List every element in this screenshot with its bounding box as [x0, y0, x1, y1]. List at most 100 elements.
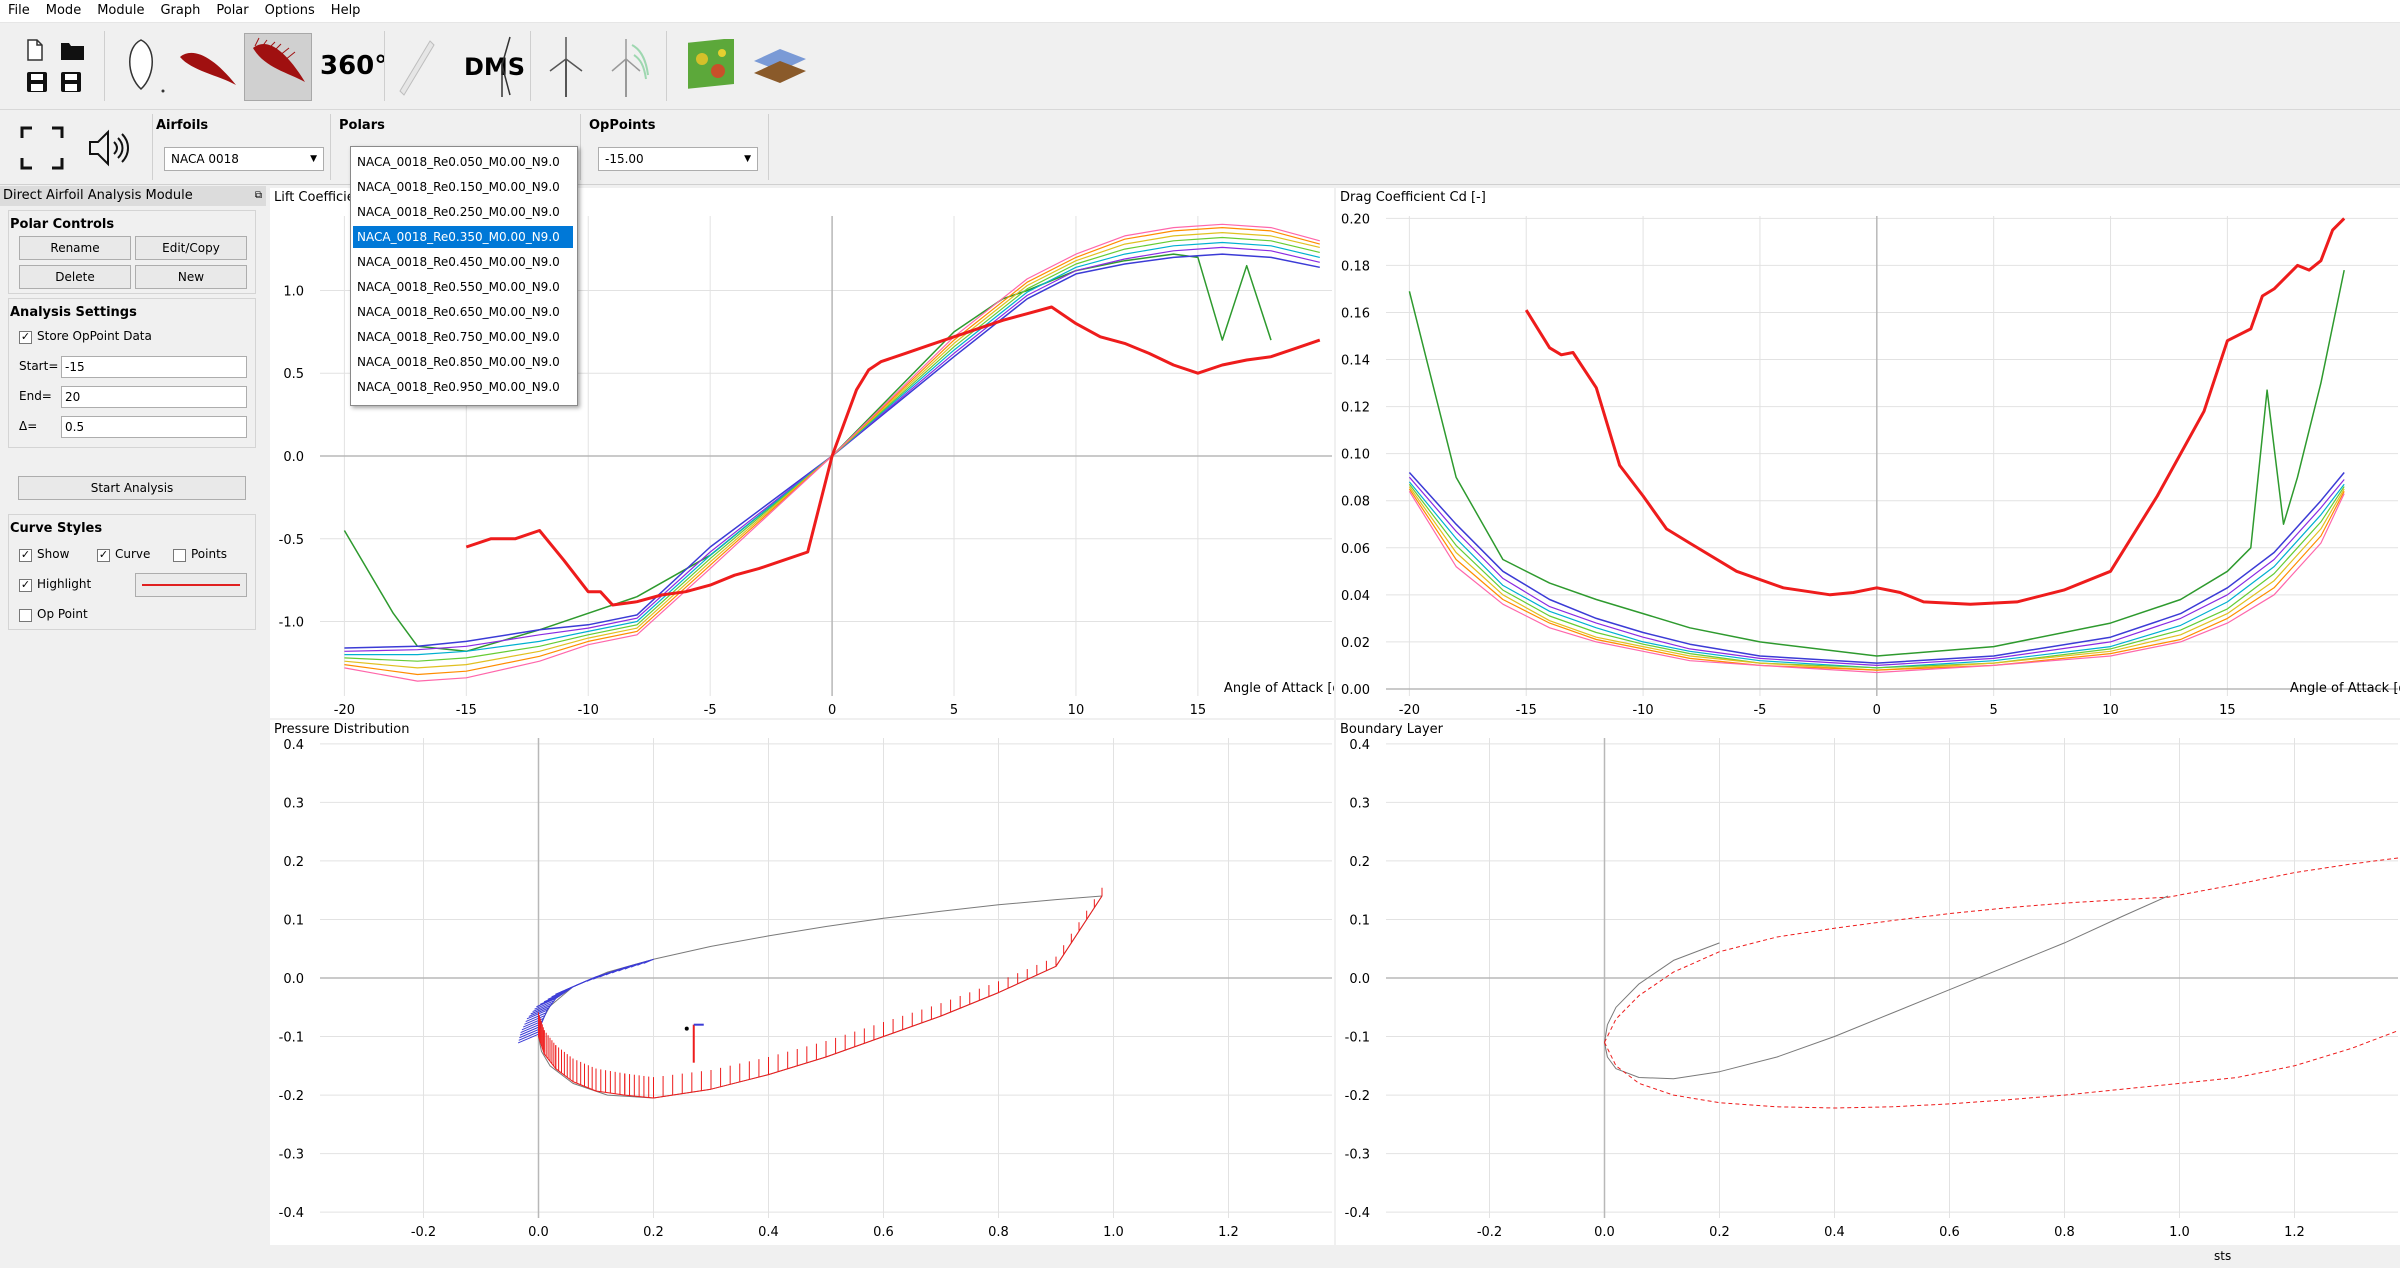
- pressure-distribution-graph[interactable]: -0.2 0.0 0.2 0.4 0.6 0.8 1.0 1.2 -0.4 -0.3 -0.2 -0.…: [270, 720, 1334, 1245]
- y-tick-label: 0.1: [1349, 913, 1370, 928]
- pressure-airfoil-icon: [253, 37, 305, 82]
- x-tick-label: 1.0: [1103, 1225, 1124, 1240]
- polar-option[interactable]: NACA_0018_Re0.950_M0.00_N9.0: [353, 376, 573, 398]
- polar-option[interactable]: NACA_0018_Re0.350_M0.00_N9.0: [353, 226, 573, 248]
- highlight-label: Highlight: [37, 577, 92, 591]
- polar-dropdown-list[interactable]: NACA_0018_Re0.050_M0.00_N9.0 NACA_0018_Re…: [350, 146, 578, 406]
- menu-mode[interactable]: Mode: [38, 0, 89, 18]
- chevron-down-icon: ▼: [310, 154, 317, 164]
- airfoil-select-value: NACA 0018: [171, 152, 239, 166]
- start-label: Start=: [19, 359, 59, 373]
- store-oppoint-checkbox[interactable]: ✓: [19, 331, 32, 344]
- y-tick-label: 0.4: [283, 738, 304, 753]
- y-tick-label: -0.3: [279, 1148, 304, 1163]
- polar-option[interactable]: NACA_0018_Re0.650_M0.00_N9.0: [353, 301, 573, 323]
- analysis-settings-pane: Analysis Settings ✓ Store OpPoint Data S…: [8, 298, 256, 448]
- y-tick-label: -0.4: [1345, 1206, 1370, 1221]
- boundary-graph-title: Boundary Layer: [1340, 722, 1443, 737]
- oppoint-select[interactable]: -15.00 ▼: [598, 147, 758, 171]
- chevron-down-icon: ▼: [744, 154, 751, 164]
- highlight-checkbox[interactable]: ✓: [19, 579, 32, 592]
- menu-graph[interactable]: Graph: [152, 0, 208, 18]
- y-tick-label: 1.0: [283, 284, 304, 299]
- pressure-graph-title: Pressure Distribution: [274, 722, 410, 737]
- boundary-layer-graph[interactable]: -0.2 0.0 0.2 0.4 0.6 0.8 1.0 1.2 -0.4 -0.3 -0.2 -0.…: [1336, 720, 2400, 1245]
- airfoil-select[interactable]: NACA 0018 ▼: [164, 147, 324, 171]
- polar-option[interactable]: NACA_0018_Re0.550_M0.00_N9.0: [353, 276, 573, 298]
- y-tick-label: 0.2: [283, 855, 304, 870]
- menu-module[interactable]: Module: [89, 0, 152, 18]
- y-tick-label: 0.12: [1341, 401, 1370, 416]
- airfoils-label: Airfoils: [156, 118, 209, 133]
- airfoil-design-icon[interactable]: [116, 37, 166, 95]
- y-tick-label: 0.14: [1341, 354, 1370, 369]
- y-tick-label: 0.3: [1349, 796, 1370, 811]
- menu-polar[interactable]: Polar: [208, 0, 256, 18]
- end-input[interactable]: 20: [61, 386, 247, 408]
- polar-option[interactable]: NACA_0018_Re0.750_M0.00_N9.0: [353, 326, 573, 348]
- drag-chart-svg: -20 -15 -10 -5 0 5 10 15 0.00 0.02 0.04 0.06 0.08 0.1…: [1341, 212, 2400, 718]
- x-tick-label: 0: [828, 703, 836, 718]
- series-line: [1604, 1030, 2399, 1109]
- x-tick-label: 1.0: [2169, 1225, 2190, 1240]
- polar-option[interactable]: NACA_0018_Re0.250_M0.00_N9.0: [353, 201, 573, 223]
- cp-tick: [519, 1025, 541, 1036]
- y-tick-label: 0.2: [1349, 855, 1370, 870]
- curve-styles-title: Curve Styles: [10, 521, 103, 536]
- ocean-terrain-icon[interactable]: [750, 43, 810, 91]
- start-input[interactable]: -15: [61, 356, 247, 378]
- new-file-icon[interactable]: [26, 39, 44, 61]
- x-tick-label: -5: [1753, 703, 1766, 718]
- end-label: End=: [19, 389, 52, 403]
- op-point-checkbox[interactable]: [19, 609, 32, 622]
- menu-help[interactable]: Help: [323, 0, 369, 18]
- airfoil-analysis-icon[interactable]: [178, 45, 238, 89]
- new-button[interactable]: New: [135, 265, 247, 289]
- points-checkbox[interactable]: [173, 549, 186, 562]
- polar-option[interactable]: NACA_0018_Re0.050_M0.00_N9.0: [353, 151, 573, 173]
- y-tick-label: -0.1: [1345, 1031, 1370, 1046]
- edit-copy-button[interactable]: Edit/Copy: [135, 236, 247, 260]
- boundary-chart-svg: -0.2 0.0 0.2 0.4 0.6 0.8 1.0 1.2 -0.4 -0.3 -0.2 -0.…: [1345, 738, 2399, 1240]
- menu-options[interactable]: Options: [257, 0, 323, 18]
- direct-analysis-button[interactable]: [244, 33, 312, 101]
- wind-field-icon[interactable]: [686, 39, 736, 93]
- oppoints-label: OpPoints: [589, 118, 656, 133]
- turbine-sim-icon[interactable]: [606, 35, 650, 99]
- x-tick-label: 15: [1190, 703, 1207, 718]
- drag-graph-title: Drag Coefficient Cd [-]: [1340, 190, 1486, 205]
- drag-coefficient-graph[interactable]: -20 -15 -10 -5 0 5 10 15 0.00 0.02 0.04 0.06 0.08 0.1…: [1336, 188, 2400, 718]
- save-as-icon[interactable]: [60, 71, 82, 93]
- polar-option[interactable]: NACA_0018_Re0.850_M0.00_N9.0: [353, 351, 573, 373]
- start-analysis-button[interactable]: Start Analysis: [18, 476, 246, 500]
- show-label: Show: [37, 547, 70, 561]
- rotor-360-label[interactable]: 360°: [320, 51, 387, 81]
- show-checkbox[interactable]: ✓: [19, 549, 32, 562]
- rename-button[interactable]: Rename: [19, 236, 131, 260]
- x-tick-label: -20: [334, 703, 355, 718]
- y-tick-label: 0.00: [1341, 683, 1370, 698]
- x-tick-label: 0.4: [1824, 1225, 1845, 1240]
- open-folder-icon[interactable]: [60, 39, 86, 61]
- speaker-icon[interactable]: [86, 128, 134, 168]
- polar-option[interactable]: NACA_0018_Re0.150_M0.00_N9.0: [353, 176, 573, 198]
- module-title-text: Direct Airfoil Analysis Module: [3, 188, 193, 203]
- blade-icon[interactable]: [396, 39, 436, 97]
- vawt-icon[interactable]: [490, 35, 520, 99]
- save-icon[interactable]: [26, 71, 48, 93]
- wind-turbine-icon[interactable]: [546, 35, 586, 99]
- series-line: [1524, 217, 2346, 606]
- curve-style-button[interactable]: [135, 573, 247, 597]
- delete-button[interactable]: Delete: [19, 265, 131, 289]
- menu-file[interactable]: File: [0, 0, 38, 18]
- curve-checkbox[interactable]: ✓: [97, 549, 110, 562]
- fullscreen-icon[interactable]: [20, 126, 64, 170]
- y-tick-label: 0.5: [283, 367, 304, 382]
- float-panel-icon[interactable]: ⧉: [255, 186, 262, 206]
- store-oppoint-label: Store OpPoint Data: [37, 329, 152, 343]
- delta-input[interactable]: 0.5: [61, 416, 247, 438]
- oppoint-select-value: -15.00: [605, 152, 644, 166]
- x-tick-label: -20: [1399, 703, 1420, 718]
- x-axis-label: Angle of Attack [deg]: [2290, 681, 2400, 696]
- polar-option[interactable]: NACA_0018_Re0.450_M0.00_N9.0: [353, 251, 573, 273]
